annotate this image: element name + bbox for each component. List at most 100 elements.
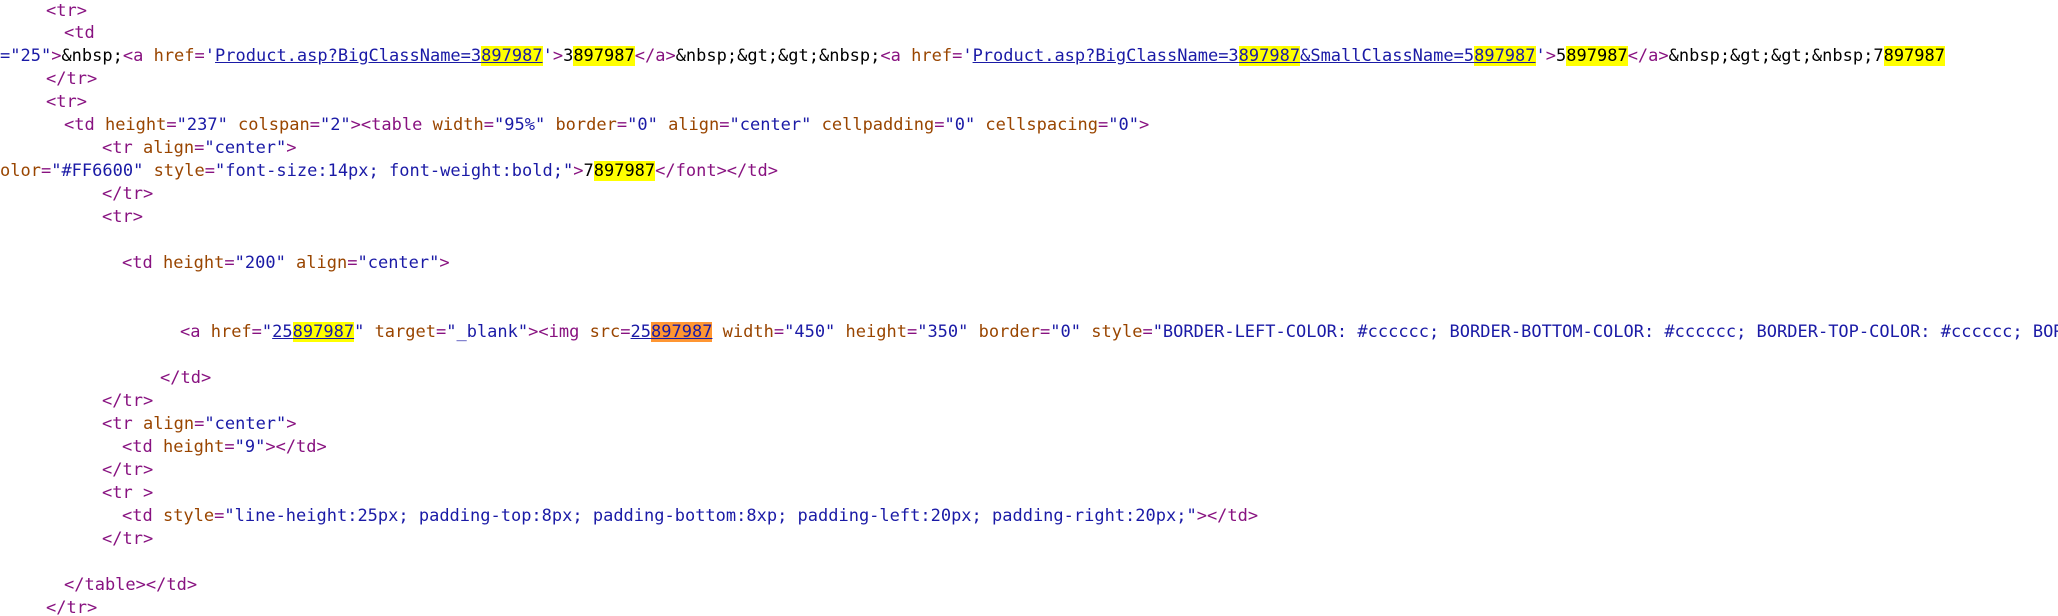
- attr-value: ': [962, 46, 973, 66]
- tag-token: </a>: [1627, 46, 1669, 66]
- attr-value: "_blank": [446, 322, 529, 342]
- attr-value: "0": [944, 115, 976, 135]
- attr-name: width: [712, 322, 774, 342]
- source-line: <tr align="center">: [102, 413, 297, 435]
- attr-name: height: [835, 322, 907, 342]
- tag-token: =: [204, 161, 215, 181]
- tag-token: ></td>: [1196, 506, 1259, 526]
- search-highlight: 897987: [1883, 46, 1945, 66]
- tag-token: =: [616, 115, 628, 135]
- attr-value: "line-height:25px; padding-top:8px; padd…: [224, 506, 1197, 526]
- attr-value: "#FF6600": [51, 161, 144, 181]
- source-link[interactable]: 25: [631, 322, 651, 342]
- tag-token: </table></td>: [64, 575, 198, 595]
- current-match-highlight[interactable]: 897987: [651, 322, 713, 342]
- attr-value: "center": [357, 253, 440, 273]
- attr-value: ": [261, 322, 273, 342]
- tag-token: =: [620, 322, 631, 342]
- attr-name: align: [285, 253, 348, 273]
- source-line: ="25">&nbsp;<a href='Product.asp?BigClas…: [0, 45, 2058, 67]
- source-link[interactable]: Product.asp?BigClassName=3: [973, 46, 1239, 66]
- source-link[interactable]: &SmallClassName=5: [1300, 46, 1474, 66]
- source-line: </table></td>: [64, 574, 197, 596]
- tag-token: <tr >: [102, 483, 154, 503]
- tag-token: =: [435, 322, 447, 342]
- tag-token: =: [166, 115, 177, 135]
- attr-value: "0": [1050, 322, 1082, 342]
- text-token: &nbsp;: [61, 46, 123, 66]
- source-link-highlight[interactable]: 897987: [1238, 46, 1301, 66]
- tag-token: </tr>: [46, 598, 98, 616]
- attr-value: ="25": [0, 46, 52, 66]
- tag-token: <tr: [102, 414, 143, 434]
- text-token: &nbsp;&gt;&gt;&nbsp;: [675, 46, 881, 66]
- attr-value: ': [204, 46, 216, 66]
- source-link-highlight[interactable]: 897987: [1474, 46, 1536, 66]
- tag-token: =: [1098, 115, 1109, 135]
- attr-value: ": [354, 322, 365, 342]
- attr-name: height: [104, 115, 167, 135]
- tag-token: >: [1138, 115, 1150, 135]
- tag-token: =: [719, 115, 730, 135]
- tag-token: </td>: [160, 368, 212, 388]
- tag-token: =: [934, 115, 945, 135]
- attr-value: "center": [204, 138, 287, 158]
- attr-name: border: [968, 322, 1041, 342]
- source-line: olor="#FF6600" style="font-size:14px; fo…: [0, 160, 778, 182]
- tag-token: ></td>: [265, 437, 327, 457]
- attr-name: olor: [0, 161, 41, 181]
- source-line: <a href="25897987" target="_blank"><img …: [180, 321, 2058, 343]
- attr-name: style: [1081, 322, 1143, 342]
- attr-name: target: [364, 322, 436, 342]
- tag-token: <td: [122, 506, 163, 526]
- search-highlight: 897987: [1566, 46, 1628, 66]
- tag-token: </tr>: [46, 69, 98, 89]
- tag-token: <tr>: [46, 92, 87, 112]
- attr-value: "237": [176, 115, 228, 135]
- tag-token: =: [952, 46, 963, 66]
- tag-token: </tr>: [102, 460, 154, 480]
- source-link[interactable]: 25: [272, 322, 292, 342]
- source-viewer[interactable]: <tr> <td ="25">&nbsp;<a href='Product.as…: [0, 0, 2058, 616]
- attr-value: ': [542, 46, 553, 66]
- attr-value: "0": [1108, 115, 1139, 135]
- tag-token: =: [194, 138, 205, 158]
- attr-name: style: [162, 506, 215, 526]
- tag-token: >: [286, 138, 297, 158]
- tag-token: <td: [122, 253, 163, 273]
- tag-token: <table: [360, 115, 433, 135]
- source-link-highlight[interactable]: 897987: [481, 46, 543, 66]
- source-link[interactable]: Product.asp?BigClassName=3: [215, 46, 481, 66]
- attr-value: "350": [917, 322, 969, 342]
- attr-name: href: [210, 322, 252, 342]
- attr-name: align: [142, 138, 195, 158]
- attr-value: "center": [729, 115, 812, 135]
- tag-token: >: [439, 253, 450, 273]
- tag-token: =: [1142, 322, 1153, 342]
- source-link-highlight[interactable]: 897987: [292, 322, 355, 342]
- tag-token: >: [1545, 46, 1557, 66]
- attr-value: "2": [319, 115, 351, 135]
- tag-token: <a: [180, 322, 211, 342]
- tag-token: >: [573, 161, 584, 181]
- tag-token: =: [251, 322, 262, 342]
- tag-token: </tr>: [102, 391, 154, 411]
- tag-token: >: [350, 115, 361, 135]
- attr-name: cellpadding: [811, 115, 935, 135]
- text-token: 7: [583, 161, 594, 181]
- attr-value: "font-size:14px; font-weight:bold;": [215, 161, 574, 181]
- text-token: 5: [1556, 46, 1567, 66]
- source-line: <tr>: [102, 206, 143, 228]
- tag-token: =: [483, 115, 495, 135]
- source-line: <td height="9"></td>: [122, 436, 327, 458]
- source-line: </tr>: [46, 68, 97, 90]
- attr-value: "450": [784, 322, 836, 342]
- attr-name: align: [657, 115, 720, 135]
- attr-name: src: [589, 322, 621, 342]
- tag-token: =: [40, 161, 52, 181]
- search-highlight: 897987: [573, 46, 635, 66]
- attr-value: "0": [627, 115, 658, 135]
- attr-value: "center": [204, 414, 287, 434]
- source-line: <td: [64, 22, 95, 44]
